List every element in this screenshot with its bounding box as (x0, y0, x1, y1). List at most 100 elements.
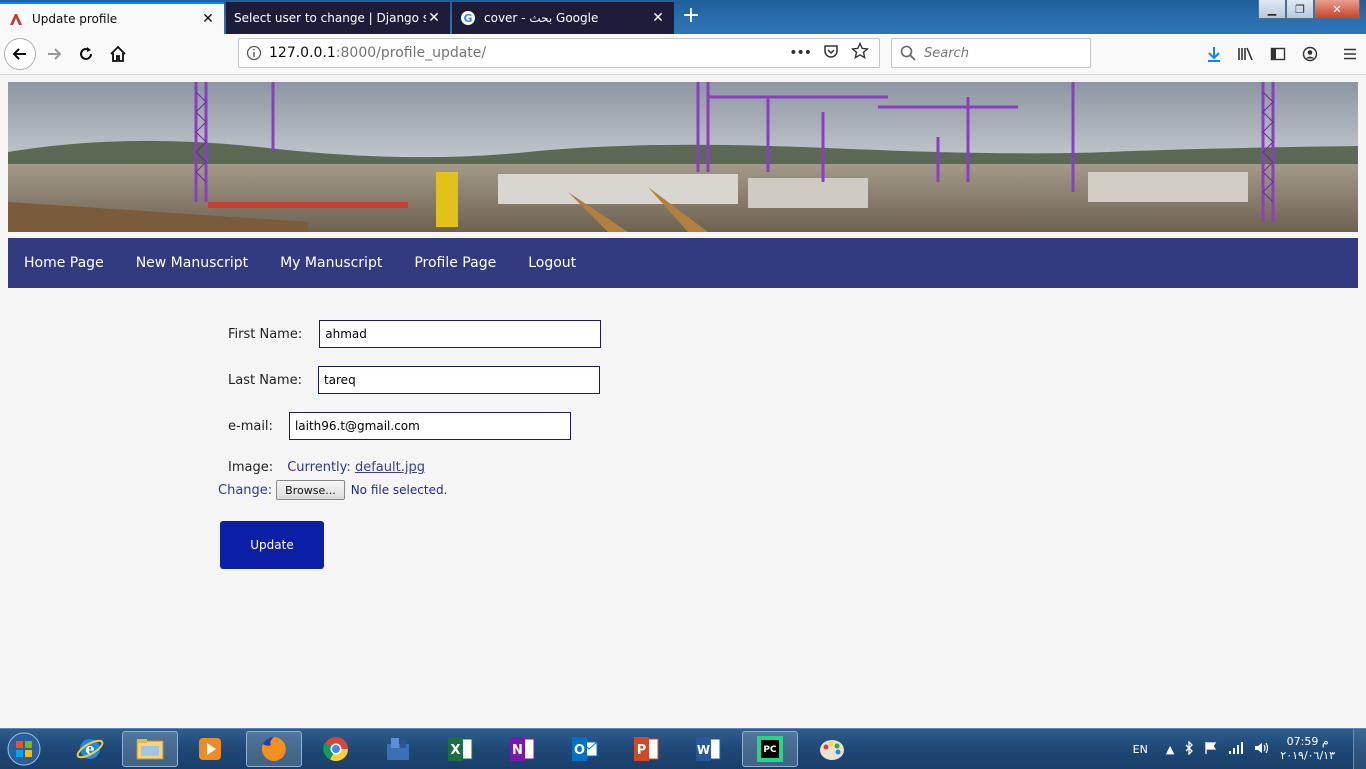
home-icon (110, 45, 126, 62)
svg-text:W: W (697, 743, 710, 757)
update-button[interactable]: Update (220, 521, 324, 569)
account-button[interactable] (1294, 38, 1326, 70)
volume-icon[interactable] (1254, 741, 1270, 758)
show-hidden-icons[interactable]: ▲ (1166, 743, 1174, 756)
taskbar-outlook[interactable]: O (556, 731, 612, 767)
taskbar-pycharm[interactable]: PC (742, 731, 798, 767)
google-icon: G (460, 10, 476, 26)
tab-label: Select user to change | Django site a (234, 11, 426, 25)
first-name-input[interactable] (319, 320, 602, 348)
first-name-label: First Name: (228, 326, 303, 342)
taskbar-explorer[interactable] (122, 731, 178, 767)
bookmark-star-icon[interactable] (850, 41, 870, 64)
taskbar-media-player[interactable] (182, 731, 238, 767)
close-tab-icon[interactable]: ✕ (426, 10, 442, 26)
browser-tab-strip: Update profile ✕ Select user to change |… (0, 0, 1366, 34)
tab-django-admin[interactable]: Select user to change | Django site a ✕ (226, 2, 450, 34)
account-icon (1302, 46, 1318, 62)
page-info-icon[interactable] (239, 45, 269, 61)
nav-new-manuscript[interactable]: New Manuscript (136, 255, 248, 271)
tab-label: Update profile (32, 12, 118, 26)
windows-logo-icon (7, 732, 41, 766)
forward-button[interactable] (38, 38, 70, 70)
library-icon (1238, 47, 1253, 61)
windows-taskbar: e X N O P W PC EN ▲ 07:59 م ٢٠١٩/٠٦/١٣ (0, 728, 1366, 769)
taskbar-excel[interactable]: X (432, 731, 488, 767)
pocket-icon[interactable] (823, 43, 839, 63)
browse-button[interactable]: Browse... (276, 480, 345, 500)
search-input[interactable] (922, 44, 1086, 62)
change-image-row: Change: Browse... No file selected. (218, 480, 447, 500)
tab-update-profile[interactable]: Update profile ✕ (0, 2, 224, 34)
close-window-button[interactable]: ✕ (1314, 0, 1360, 19)
django-icon (8, 11, 24, 27)
start-button[interactable] (4, 731, 44, 767)
clock-time: 07:59 م (1286, 735, 1329, 748)
paint-icon (820, 740, 844, 760)
onenote-icon: N (510, 737, 535, 761)
taskbar-firefox[interactable] (246, 731, 302, 767)
sidebar-icon (1270, 47, 1286, 61)
media-player-icon (199, 738, 221, 760)
minimize-button[interactable]: ▁ (1258, 0, 1286, 19)
search-bar[interactable] (891, 38, 1091, 68)
image-label: Image: (228, 460, 274, 475)
taskbar-paint[interactable] (804, 731, 860, 767)
taskbar-word[interactable]: W (680, 731, 736, 767)
network-signal-icon[interactable] (1228, 741, 1244, 758)
image-row: Image: Currently: default.jpg (228, 460, 425, 475)
close-tab-icon[interactable]: ✕ (200, 11, 216, 27)
last-name-input[interactable] (317, 366, 600, 394)
nav-logout[interactable]: Logout (528, 255, 576, 271)
nav-my-manuscript[interactable]: My Manuscript (280, 255, 382, 271)
current-image-link[interactable]: default.jpg (355, 460, 425, 475)
clock[interactable]: 07:59 م ٢٠١٩/٠٦/١٣ (1280, 735, 1335, 763)
address-bar[interactable]: 127.0.0.1:8000/profile_update/ ••• (238, 38, 880, 68)
change-label: Change: (218, 482, 273, 498)
svg-text:PC: PC (763, 745, 777, 755)
reload-button[interactable] (70, 38, 102, 70)
page-content: Home Page New Manuscript My Manuscript P… (0, 75, 1366, 728)
no-file-selected-text: No file selected. (350, 483, 448, 497)
url-text[interactable]: 127.0.0.1:8000/profile_update/ (269, 45, 789, 61)
reload-icon (80, 47, 92, 60)
nav-home-page[interactable]: Home Page (24, 255, 104, 271)
action-center-flag-icon[interactable] (1204, 741, 1218, 758)
email-label: e-mail: (228, 418, 273, 434)
site-nav-menu: Home Page New Manuscript My Manuscript P… (8, 238, 1358, 288)
downloads-button[interactable] (1198, 38, 1230, 70)
back-button[interactable] (4, 38, 36, 70)
chrome-icon (323, 737, 348, 762)
word-icon: W (696, 737, 721, 761)
pycharm-icon: PC (757, 736, 783, 762)
nav-profile-page[interactable]: Profile Page (414, 255, 496, 271)
bluetooth-icon[interactable] (1184, 739, 1194, 758)
powerpoint-icon: P (634, 737, 659, 761)
show-desktop-button[interactable] (1353, 729, 1366, 769)
url-host: 127.0.0.1 (269, 45, 336, 61)
restore-button[interactable]: ❐ (1286, 0, 1314, 19)
svg-text:G: G (463, 12, 472, 25)
sidebar-button[interactable] (1262, 38, 1294, 70)
page-actions-button[interactable]: ••• (789, 45, 812, 61)
svg-text:O: O (574, 743, 585, 758)
email-input[interactable] (288, 412, 571, 440)
search-icon (900, 45, 916, 61)
first-name-row: First Name: (228, 320, 602, 348)
menu-button[interactable] (1334, 38, 1366, 70)
taskbar-app[interactable] (370, 731, 426, 767)
new-tab-button[interactable]: + (678, 4, 704, 30)
last-name-label: Last Name: (228, 372, 302, 388)
home-button[interactable] (102, 38, 134, 70)
library-button[interactable] (1230, 38, 1262, 70)
firefox-icon (261, 737, 286, 761)
close-tab-icon[interactable]: ✕ (650, 10, 666, 26)
taskbar-ie[interactable]: e (62, 731, 118, 767)
language-indicator[interactable]: EN (1133, 743, 1148, 756)
taskbar-onenote[interactable]: N (494, 731, 550, 767)
download-icon (1208, 47, 1220, 62)
last-name-row: Last Name: (228, 366, 600, 394)
taskbar-chrome[interactable] (308, 731, 364, 767)
tab-google-search[interactable]: G cover - بحث Google ✕ (452, 2, 674, 34)
taskbar-powerpoint[interactable]: P (618, 731, 674, 767)
